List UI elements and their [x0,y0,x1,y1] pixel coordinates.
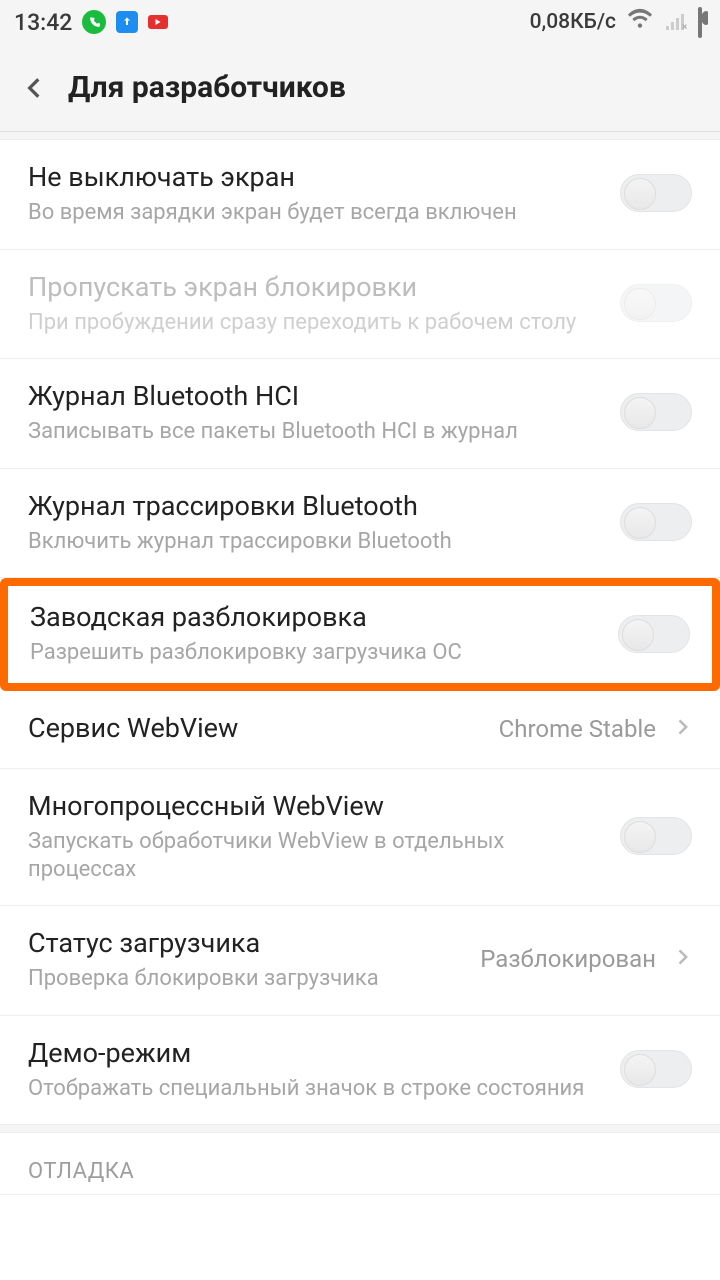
section-debug: ОТЛАДКА [0,1133,720,1195]
toggle-skip-lockscreen [620,284,692,322]
row-title: Журнал Bluetooth HCI [28,379,604,414]
row-skip-lockscreen: Пропускать экран блокировки При пробужде… [0,250,720,360]
status-bar: 13:42 0,08КБ/с × [0,0,720,44]
phone-icon [82,10,106,34]
chevron-right-icon [672,944,692,974]
row-title: Сервис WebView [28,711,483,746]
row-title: Статус загрузчика [28,926,464,961]
network-speed: 0,08КБ/с [530,10,616,34]
settings-list[interactable]: Не выключать экран Во время зарядки экра… [0,132,720,1280]
row-title: Журнал трассировки Bluetooth [28,489,604,524]
row-subtitle: Разрешить разблокировку загрузчика ОС [30,639,602,667]
row-oem-unlock[interactable]: Заводская разблокировка Разрешить разбло… [0,578,720,691]
row-bootloader-status[interactable]: Статус загрузчика Проверка блокировки за… [0,906,720,1016]
row-title: Заводская разблокировка [30,600,602,635]
chevron-right-icon [672,714,692,744]
row-multiprocess-webview[interactable]: Многопроцессный WebView Запускать обрабо… [0,769,720,906]
row-value: Разблокирован [480,945,656,973]
list-spacer [0,132,720,140]
toggle-demo-mode[interactable] [620,1050,692,1088]
row-oem-unlock-highlight: Заводская разблокировка Разрешить разбло… [0,578,720,691]
list-spacer [0,1125,720,1133]
signal-icon: × [664,9,688,36]
row-title: Пропускать экран блокировки [28,270,604,305]
back-button[interactable] [10,64,58,112]
status-left: 13:42 [14,9,168,36]
toggle-bluetooth-hci[interactable] [620,393,692,431]
battery-icon [698,9,702,36]
row-bluetooth-trace[interactable]: Журнал трассировки Bluetooth Включить жу… [0,469,720,579]
row-bluetooth-hci[interactable]: Журнал Bluetooth HCI Записывать все паке… [0,359,720,469]
row-demo-mode[interactable]: Демо-режим Отображать специальный значок… [0,1016,720,1126]
row-subtitle: Отображать специальный значок в строке с… [28,1075,604,1103]
row-stay-awake[interactable]: Не выключать экран Во время зарядки экра… [0,140,720,250]
svg-text:×: × [682,22,687,30]
row-subtitle: Записывать все пакеты Bluetooth HCI в жу… [28,418,604,446]
row-webview-service[interactable]: Сервис WebView Chrome Stable [0,691,720,769]
row-subtitle: Включить журнал трассировки Bluetooth [28,528,604,556]
row-title: Не выключать экран [28,160,604,195]
row-subtitle: Проверка блокировки загрузчика [28,965,464,993]
row-title: Демо-режим [28,1036,604,1071]
toggle-bluetooth-trace[interactable] [620,503,692,541]
toggle-stay-awake[interactable] [620,174,692,212]
row-title: Многопроцессный WebView [28,789,604,824]
toggle-multiprocess-webview[interactable] [620,817,692,855]
video-icon [148,15,168,29]
row-subtitle: При пробуждении сразу переходить к рабоч… [28,309,604,337]
row-subtitle: Запускать обработчики WebView в отдельны… [28,828,604,883]
page-title: Для разработчиков [68,70,346,105]
row-value: Chrome Stable [499,715,656,743]
status-time: 13:42 [14,9,72,36]
wifi-icon [626,8,654,36]
toggle-oem-unlock[interactable] [618,615,690,653]
app-header: Для разработчиков [0,44,720,132]
upload-icon [116,11,138,33]
row-subtitle: Во время зарядки экран будет всегда вклю… [28,199,604,227]
status-right: 0,08КБ/с × [530,8,702,36]
